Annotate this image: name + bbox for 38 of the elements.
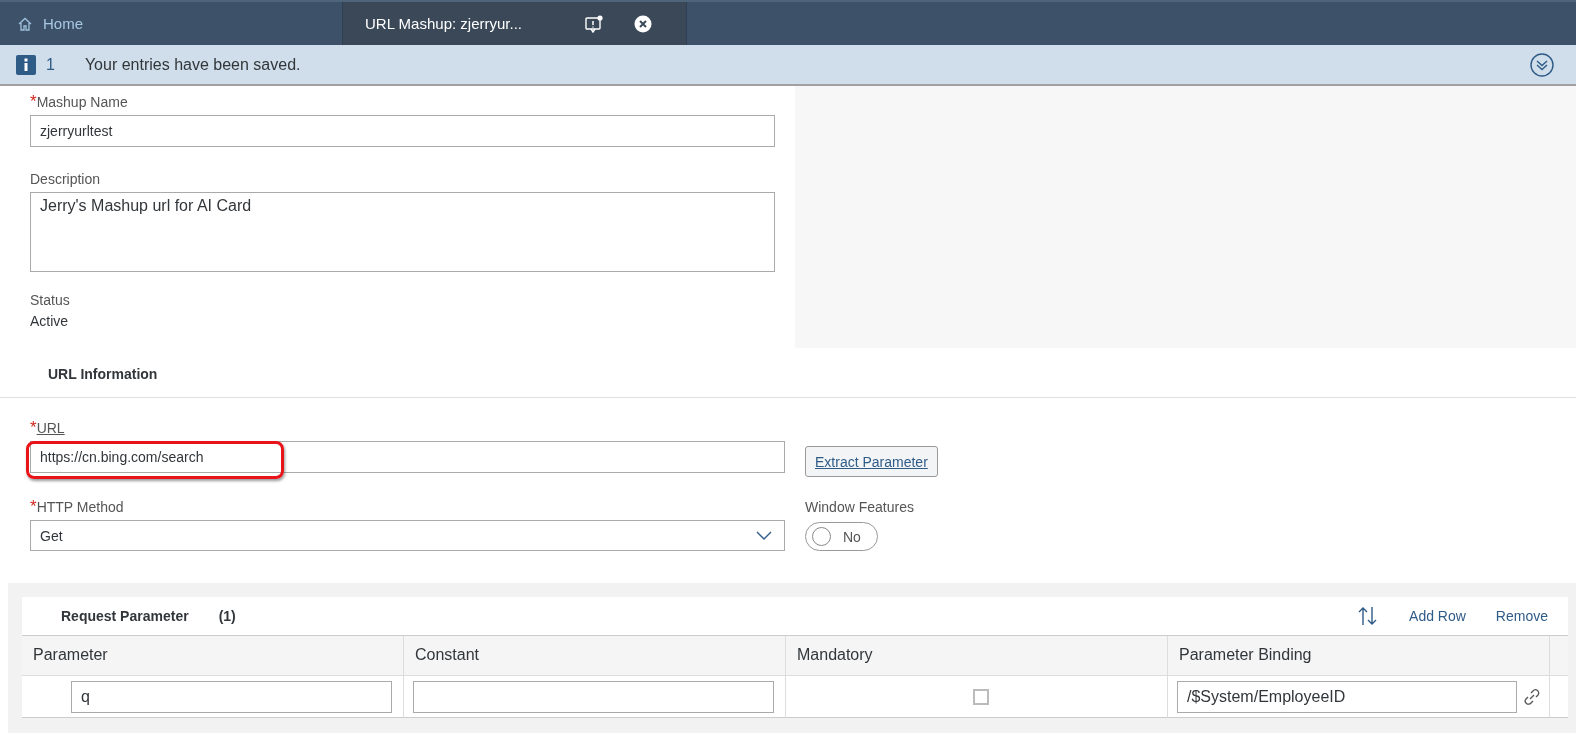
column-header: Parameter Binding bbox=[1168, 636, 1550, 676]
input-field[interactable] bbox=[413, 680, 774, 713]
message-count: 1 bbox=[46, 55, 55, 74]
section-title: URL Information bbox=[0, 348, 1576, 398]
column-header: Parameter bbox=[22, 636, 404, 676]
field-label: Status bbox=[30, 292, 71, 310]
field-label: Mashup Name bbox=[36, 94, 128, 110]
field-label: Description bbox=[30, 171, 102, 189]
required-asterisk: * bbox=[30, 497, 37, 516]
input-field[interactable]: q bbox=[71, 680, 392, 713]
column-header: Constant bbox=[404, 636, 786, 676]
row-count: (1) bbox=[218, 608, 236, 624]
input-field[interactable]: https://cn.bing.com/search bbox=[30, 441, 785, 473]
close-icon[interactable] bbox=[634, 14, 652, 33]
chevron-down-icon bbox=[756, 530, 772, 541]
field-label: Window Features bbox=[805, 499, 914, 517]
checkbox[interactable] bbox=[973, 688, 989, 705]
notification-icon[interactable] bbox=[584, 13, 604, 34]
info-icon bbox=[16, 54, 36, 75]
home-icon bbox=[17, 15, 33, 32]
message-text: Your entries have been saved. bbox=[84, 55, 301, 74]
link-icon[interactable] bbox=[1523, 687, 1541, 706]
input-field[interactable]: /$System/EmployeeID bbox=[1177, 680, 1517, 713]
table-action-link[interactable]: Remove bbox=[1495, 608, 1548, 624]
field-value: Active bbox=[30, 313, 70, 329]
field-label: HTTP Method bbox=[36, 499, 124, 515]
required-asterisk: * bbox=[30, 92, 37, 111]
extract-parameter-button[interactable]: Extract Parameter bbox=[805, 446, 938, 477]
table-title: Request Parameter bbox=[61, 608, 189, 624]
dropdown-field[interactable]: Get bbox=[30, 520, 785, 551]
input-field[interactable]: zjerryurltest bbox=[30, 115, 775, 147]
text-area[interactable]: Jerry's Mashup url for AI Card bbox=[30, 192, 775, 272]
shell-tab[interactable]: URL Mashup: zjerryur... bbox=[343, 2, 687, 45]
required-asterisk: * bbox=[30, 418, 37, 437]
table-action-link[interactable]: Add Row bbox=[1409, 608, 1466, 624]
field-label: URL bbox=[36, 420, 65, 436]
expand-icon[interactable] bbox=[1530, 52, 1554, 77]
column-header: Mandatory bbox=[786, 636, 1168, 676]
